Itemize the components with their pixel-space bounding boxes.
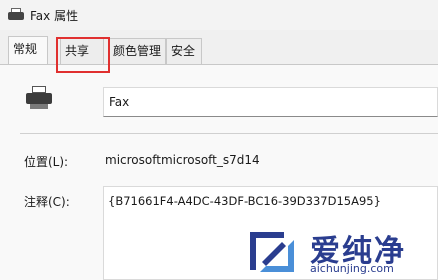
watermark: 爱纯净 aichunjing.com xyxy=(244,224,438,280)
location-label: 位置(L): xyxy=(24,155,69,169)
divider xyxy=(20,133,438,134)
printer-icon xyxy=(26,86,52,110)
tab-color-management[interactable]: 颜色管理 xyxy=(108,38,166,64)
printer-name-input[interactable]: Fax xyxy=(103,87,438,117)
tab-general[interactable]: 常规 xyxy=(8,36,48,64)
window-title: Fax 属性 xyxy=(30,9,79,23)
tab-sharing[interactable]: 共享 xyxy=(60,38,104,64)
tab-security[interactable]: 安全 xyxy=(166,38,202,64)
watermark-url: aichunjing.com xyxy=(310,262,394,275)
location-value[interactable]: microsoftmicrosoft_s7d14 xyxy=(105,153,260,167)
title-bar: Fax 属性 xyxy=(0,0,438,30)
watermark-logo-icon xyxy=(250,232,294,272)
tab-strip: 常规 共享 颜色管理 安全 xyxy=(0,36,438,64)
comment-label: 注释(C): xyxy=(24,195,70,209)
printer-small-icon xyxy=(8,8,24,22)
